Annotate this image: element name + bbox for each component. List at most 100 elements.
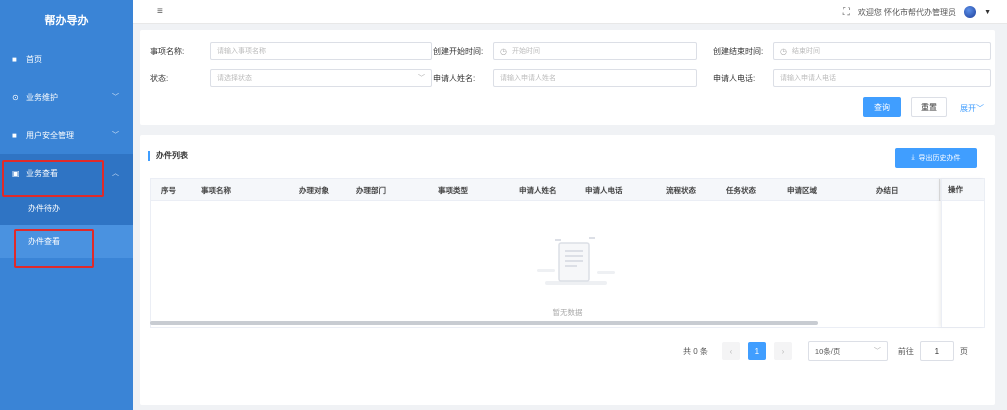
column-header-target[interactable]: 办理对象 bbox=[299, 179, 329, 201]
export-label: 导出历史办件 bbox=[918, 155, 961, 162]
chevron-down-icon: ﹀ bbox=[112, 94, 119, 101]
data-table: 序号 事项名称 办理对象 办理部门 事项类型 申请人姓名 申请人电话 流程状态 … bbox=[150, 178, 985, 328]
submenu-item-label: 办件待办 bbox=[28, 204, 60, 213]
document-icon: ▣ bbox=[12, 168, 20, 178]
item-name-input[interactable]: 请输入事项名称 bbox=[210, 42, 432, 60]
column-header-finish-date[interactable]: 办结日 bbox=[876, 179, 899, 201]
page-unit-label: 页 bbox=[959, 346, 968, 356]
field-create-end: 创建结束时间: ◷ 结束时间 bbox=[713, 40, 991, 62]
chevron-down-icon: ﹀ bbox=[976, 104, 984, 113]
caret-down-icon[interactable]: ▼ bbox=[984, 9, 991, 16]
chevron-down-icon: ﹀ bbox=[112, 132, 119, 139]
submenu-item-label: 办件查看 bbox=[28, 237, 60, 246]
header-right: ⛶ 欢迎您 怀化市帮代办管理员 ▼ bbox=[843, 0, 991, 24]
page-size-select[interactable]: 10条/页 ﹀ bbox=[807, 341, 888, 361]
search-row-2: 状态: 请选择状态 ﹀ 申请人姓名: 请输入申请人姓名 申请人电话: 请输入申请… bbox=[140, 67, 995, 89]
status-label: 状态: bbox=[150, 73, 169, 83]
page-size-value: 10条/页 bbox=[814, 346, 841, 356]
applicant-name-input[interactable]: 请输入申请人姓名 bbox=[493, 69, 697, 87]
submenu-item-view[interactable]: 办件查看 bbox=[0, 225, 133, 258]
applicant-name-label: 申请人姓名: bbox=[433, 73, 476, 83]
goto-label: 前往 bbox=[897, 346, 914, 356]
status-placeholder: 请选择状态 bbox=[217, 75, 252, 82]
table-header: 序号 事项名称 办理对象 办理部门 事项类型 申请人姓名 申请人电话 流程状态 … bbox=[151, 179, 984, 201]
pagination: 共 0 条 ‹ 1 › 10条/页 ﹀ 前往 1 页 bbox=[683, 340, 968, 362]
user-shield-icon: ■ bbox=[12, 130, 17, 140]
sidebar-item-label: 用户安全管理 bbox=[26, 130, 74, 140]
status-select[interactable]: 请选择状态 ﹀ bbox=[210, 69, 432, 87]
column-divider bbox=[939, 179, 940, 201]
chevron-down-icon: ﹀ bbox=[418, 75, 425, 82]
sidebar-item-label: 首页 bbox=[26, 54, 42, 64]
chevron-up-icon: ︿ bbox=[112, 170, 119, 177]
clock-icon: ◷ bbox=[780, 46, 787, 56]
empty-box-icon bbox=[537, 237, 615, 285]
applicant-name-placeholder: 请输入申请人姓名 bbox=[500, 75, 556, 82]
download-icon: ⤓ bbox=[911, 154, 915, 161]
column-header-region[interactable]: 申请区域 bbox=[787, 179, 817, 201]
welcome-text: 欢迎您 怀化市帮代办管理员 bbox=[857, 7, 957, 17]
submenu-item-todo[interactable]: 办件待办 bbox=[0, 192, 133, 225]
hamburger-icon[interactable]: ≡ bbox=[157, 6, 163, 17]
field-create-start: 创建开始时间: ◷ 开始时间 bbox=[433, 40, 697, 62]
empty-text: 暂无数据 bbox=[552, 308, 583, 317]
empty-illustration bbox=[531, 221, 621, 311]
column-header-applicant-phone[interactable]: 申请人电话 bbox=[585, 179, 623, 201]
list-panel: 办件列表 ⤓ 导出历史办件 序号 事项名称 办理对象 办理部门 事项类型 申请人… bbox=[140, 135, 995, 405]
horizontal-scrollbar[interactable] bbox=[150, 321, 818, 325]
avatar-globe-icon[interactable] bbox=[964, 6, 977, 18]
applicant-phone-label: 申请人电话: bbox=[713, 73, 756, 83]
expand-label: 展开 bbox=[960, 104, 976, 113]
applicant-phone-input[interactable]: 请输入申请人电话 bbox=[773, 69, 991, 87]
applicant-phone-placeholder: 请输入申请人电话 bbox=[780, 75, 836, 82]
sidebar-item-user-security[interactable]: ■ 用户安全管理 ﹀ bbox=[0, 116, 133, 154]
expand-link[interactable]: 展开﹀ bbox=[960, 103, 984, 114]
column-header-index[interactable]: 序号 bbox=[161, 179, 176, 201]
sidebar-item-business-view[interactable]: ▣ 业务查看 ︿ bbox=[0, 154, 133, 192]
app-logo: 帮办导办 bbox=[44, 15, 89, 27]
column-header-actions: 操作 bbox=[942, 179, 984, 201]
export-history-button[interactable]: ⤓ 导出历史办件 bbox=[895, 148, 977, 168]
home-icon: ■ bbox=[12, 54, 17, 64]
sidebar-item-label: 业务查看 bbox=[26, 168, 58, 178]
sidebar: 帮办导办 ■ 首页 ⊙ 业务维护 ﹀ ■ 用户安全管理 ﹀ ▣ 业务查看 ︿ 办… bbox=[0, 0, 133, 410]
reset-button[interactable]: 重置 bbox=[911, 97, 947, 117]
sidebar-item-home[interactable]: ■ 首页 bbox=[0, 40, 133, 78]
create-end-placeholder: 结束时间 bbox=[791, 48, 820, 55]
fullscreen-icon[interactable]: ⛶ bbox=[843, 7, 850, 18]
top-header: ≡ ⛶ 欢迎您 怀化市帮代办管理员 ▼ bbox=[133, 0, 1007, 24]
field-status: 状态: 请选择状态 ﹀ bbox=[150, 67, 432, 89]
prev-page-icon[interactable]: ‹ bbox=[721, 342, 740, 360]
search-panel: 事项名称: 请输入事项名称 创建开始时间: ◷ 开始时间 创建结束时间: ◷ 结… bbox=[140, 30, 995, 125]
goto-page-input[interactable]: 1 bbox=[919, 341, 954, 361]
page-number-current[interactable]: 1 bbox=[747, 342, 766, 360]
fixed-column-actions: 操作 bbox=[941, 179, 984, 327]
item-name-label: 事项名称: bbox=[150, 46, 185, 56]
field-item-name: 事项名称: 请输入事项名称 bbox=[150, 40, 432, 62]
chevron-down-icon: ﹀ bbox=[873, 348, 881, 355]
column-header-flow-status[interactable]: 流程状态 bbox=[666, 179, 696, 201]
create-start-input[interactable]: ◷ 开始时间 bbox=[493, 42, 697, 60]
clock-icon: ◷ bbox=[500, 46, 507, 56]
column-header-item-name[interactable]: 事项名称 bbox=[201, 179, 231, 201]
create-start-label: 创建开始时间: bbox=[433, 46, 484, 56]
query-button[interactable]: 查询 bbox=[863, 97, 901, 117]
list-title: 办件列表 bbox=[148, 151, 188, 161]
create-end-label: 创建结束时间: bbox=[713, 46, 764, 56]
column-header-task-status[interactable]: 任务状态 bbox=[726, 179, 756, 201]
column-header-item-type[interactable]: 事项类型 bbox=[438, 179, 468, 201]
sidebar-item-label: 业务维护 bbox=[26, 92, 58, 102]
search-row-1: 事项名称: 请输入事项名称 创建开始时间: ◷ 开始时间 创建结束时间: ◷ 结… bbox=[140, 40, 995, 62]
create-end-input[interactable]: ◷ 结束时间 bbox=[773, 42, 991, 60]
item-name-placeholder: 请输入事项名称 bbox=[217, 48, 266, 55]
field-applicant-name: 申请人姓名: 请输入申请人姓名 bbox=[433, 67, 697, 89]
total-count: 共 0 条 bbox=[683, 346, 708, 356]
create-start-placeholder: 开始时间 bbox=[511, 48, 540, 55]
submenu: 办件待办 办件查看 bbox=[0, 192, 133, 258]
column-header-applicant-name[interactable]: 申请人姓名 bbox=[519, 179, 557, 201]
sidebar-item-business-maintenance[interactable]: ⊙ 业务维护 ﹀ bbox=[0, 78, 133, 116]
settings-icon: ⊙ bbox=[12, 92, 19, 102]
next-page-icon[interactable]: › bbox=[773, 342, 792, 360]
column-header-department[interactable]: 办理部门 bbox=[356, 179, 386, 201]
field-applicant-phone: 申请人电话: 请输入申请人电话 bbox=[713, 67, 991, 89]
